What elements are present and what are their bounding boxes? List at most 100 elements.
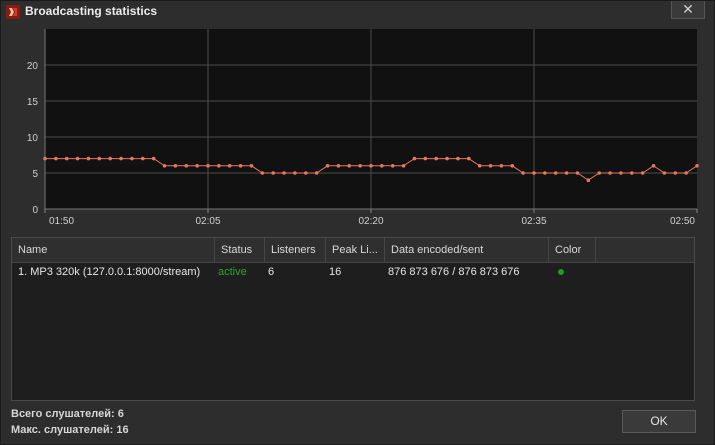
app-icon: [6, 5, 20, 19]
y-tick-label: 20: [27, 61, 39, 72]
data-point: [553, 171, 558, 175]
x-tick-label: 01:50: [49, 216, 74, 227]
data-point: [151, 156, 156, 161]
data-point: [173, 164, 178, 168]
column-header-data[interactable]: Data encoded/sent: [385, 238, 549, 262]
data-point: [630, 171, 634, 175]
stream-color-cell: [552, 263, 596, 281]
data-point: [97, 156, 102, 161]
data-point: [673, 171, 678, 175]
max-listeners-label: Макс. слушателей:: [11, 424, 114, 436]
data-point: [249, 164, 254, 168]
data-point: [575, 171, 580, 175]
data-point: [564, 171, 569, 175]
data-point: [75, 156, 80, 161]
column-header-peak[interactable]: Peak Li...: [326, 238, 385, 262]
data-point: [64, 156, 69, 161]
data-point: [499, 164, 504, 168]
data-point: [304, 171, 308, 175]
total-listeners: Всего слушателей: 6: [11, 408, 124, 420]
column-header-name[interactable]: Name: [12, 238, 215, 262]
data-point: [195, 164, 199, 168]
data-point: [521, 171, 525, 175]
data-point: [314, 171, 319, 175]
data-point: [477, 164, 482, 168]
chart-svg: 0 5 10 15 20 01:50 02:05 02:20 02:35 02:50: [27, 29, 699, 227]
window-title: Broadcasting statistics: [25, 4, 158, 18]
stream-peak-listeners: 16: [329, 266, 342, 278]
data-point: [608, 171, 612, 175]
total-listeners-value: 6: [117, 408, 124, 420]
stream-color-dot: [558, 269, 564, 275]
y-tick-label: 15: [27, 97, 39, 108]
broadcasting-statistics-window: Broadcasting statistics ✕ 0 5 10 15 20 01:50 0…: [0, 0, 715, 445]
data-point: [293, 171, 297, 175]
max-listeners: Макс. слушателей: 16: [11, 424, 129, 436]
data-point: [336, 164, 341, 168]
data-point: [260, 171, 265, 175]
total-listeners-label: Всего слушателей:: [11, 408, 115, 420]
column-header-listeners[interactable]: Listeners: [265, 238, 326, 262]
data-point: [684, 171, 688, 175]
data-point: [271, 171, 276, 175]
data-point: [651, 164, 656, 168]
data-point: [662, 171, 667, 175]
stream-name: 1. MP3 320k (127.0.0.1:8000/stream): [18, 266, 201, 278]
table-header: Name Status Listeners Peak Li... Data en…: [12, 238, 694, 263]
data-point: [456, 156, 460, 161]
data-point: [130, 156, 134, 161]
stream-status: active: [218, 266, 247, 278]
column-header-status[interactable]: Status: [215, 238, 265, 262]
data-point: [510, 164, 515, 168]
stream-listeners: 6: [268, 266, 275, 278]
data-point: [401, 164, 406, 168]
data-point: [597, 171, 601, 175]
data-point: [543, 171, 547, 175]
x-tick-label: 02:50: [670, 216, 695, 227]
data-point: [162, 164, 167, 168]
x-tick-label: 02:35: [521, 216, 546, 227]
data-point: [347, 164, 352, 168]
data-point: [86, 156, 91, 161]
data-point: [412, 156, 417, 161]
y-tick-label: 0: [32, 205, 38, 216]
data-point: [695, 164, 699, 168]
data-point: [217, 164, 221, 168]
listeners-chart: 0 5 10 15 20 01:50 02:05 02:20 02:35 02:50: [9, 29, 699, 231]
data-point: [445, 156, 449, 161]
data-point: [423, 156, 428, 161]
data-point: [119, 156, 123, 161]
x-tick-label: 02:05: [195, 216, 220, 227]
data-point: [390, 164, 395, 168]
data-point: [380, 164, 384, 168]
y-tick-label: 5: [32, 169, 38, 180]
data-point: [619, 171, 623, 175]
stream-data-encoded-sent: 876 873 676 / 876 873 676: [388, 266, 520, 278]
data-point: [532, 171, 536, 175]
data-point: [325, 164, 330, 168]
close-button[interactable]: ✕: [671, 1, 705, 19]
streams-table: Name Status Listeners Peak Li... Data en…: [11, 237, 695, 401]
x-tick-label: 02:20: [358, 216, 383, 227]
data-point: [108, 156, 112, 161]
data-point: [206, 164, 210, 168]
data-point: [640, 171, 645, 175]
data-point: [184, 164, 189, 168]
data-point: [467, 156, 471, 161]
close-icon[interactable]: ✕: [682, 1, 694, 17]
data-point: [227, 164, 232, 168]
data-point: [238, 164, 243, 168]
title-bar: Broadcasting statistics ✕: [1, 1, 714, 23]
data-point: [488, 164, 493, 168]
data-point: [282, 171, 286, 175]
max-listeners-value: 16: [116, 424, 129, 436]
data-point: [43, 156, 47, 161]
y-tick-label: 10: [27, 133, 39, 144]
data-point: [586, 178, 591, 182]
data-point: [141, 156, 145, 161]
ok-button[interactable]: OK: [622, 410, 696, 433]
column-header-color[interactable]: Color: [549, 238, 596, 262]
table-row[interactable]: 1. MP3 320k (127.0.0.1:8000/stream) acti…: [12, 263, 694, 281]
data-point: [369, 164, 373, 168]
data-point: [358, 164, 362, 168]
